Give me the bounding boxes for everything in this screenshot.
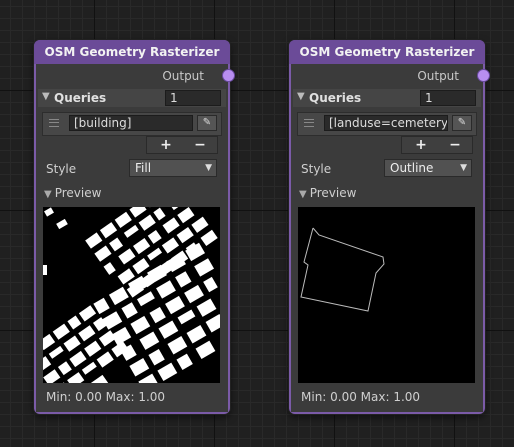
pencil-icon: ✎	[202, 117, 212, 128]
list-add-remove: + −	[146, 136, 218, 154]
style-value: Fill	[135, 161, 152, 175]
output-port-label: Output	[162, 69, 204, 83]
edit-query-button[interactable]: ✎	[197, 115, 217, 131]
add-query-button[interactable]: +	[149, 137, 183, 153]
chevron-down-icon: ▼	[460, 163, 467, 173]
query-list-item: [landuse=cemetery] ✎	[297, 112, 477, 136]
preview-label: Preview	[54, 186, 102, 200]
output-port-label: Output	[417, 69, 459, 83]
query-input[interactable]: [landuse=cemetery]	[324, 115, 448, 131]
output-port[interactable]	[222, 69, 235, 82]
node-body: Output ▼ Queries 1 [landuse=cemetery] ✎ …	[291, 64, 490, 412]
query-input[interactable]: [building]	[69, 115, 193, 131]
queries-foldout[interactable]: ▼ Queries 1	[38, 89, 226, 107]
node-title[interactable]: OSM Geometry Rasterizer	[34, 40, 230, 64]
query-list-item: [building] ✎	[42, 112, 222, 136]
pencil-icon: ✎	[457, 117, 467, 128]
queries-foldout[interactable]: ▼ Queries 1	[293, 89, 481, 107]
drag-handle-icon[interactable]	[304, 119, 314, 127]
preview-minmax: Min: 0.00 Max: 1.00	[46, 390, 166, 404]
foldout-triangle-icon: ▼	[297, 91, 305, 102]
style-value: Outline	[390, 161, 434, 175]
drag-handle-icon[interactable]	[49, 119, 59, 127]
rasterizer-node-1[interactable]: OSM Geometry Rasterizer Output ▼ Queries…	[34, 40, 235, 414]
foldout-triangle-icon: ▼	[299, 189, 307, 200]
foldout-triangle-icon: ▼	[42, 91, 50, 102]
queries-count-field[interactable]: 1	[420, 90, 476, 106]
queries-label: Queries	[309, 91, 362, 105]
add-query-button[interactable]: +	[404, 137, 438, 153]
preview-image	[43, 207, 220, 383]
preview-image	[298, 207, 475, 383]
style-dropdown[interactable]: Outline ▼	[384, 159, 472, 177]
edit-query-button[interactable]: ✎	[452, 115, 472, 131]
queries-label: Queries	[54, 91, 107, 105]
output-port[interactable]	[477, 69, 490, 82]
rasterizer-node-2[interactable]: OSM Geometry Rasterizer Output ▼ Queries…	[289, 40, 490, 414]
remove-query-button[interactable]: −	[183, 137, 217, 153]
remove-query-button[interactable]: −	[438, 137, 472, 153]
queries-count-field[interactable]: 1	[165, 90, 221, 106]
list-add-remove: + −	[401, 136, 473, 154]
preview-foldout[interactable]: ▼ Preview	[44, 186, 228, 200]
building-raster-preview	[43, 207, 220, 383]
node-title[interactable]: OSM Geometry Rasterizer	[289, 40, 485, 64]
style-dropdown[interactable]: Fill ▼	[129, 159, 217, 177]
preview-foldout[interactable]: ▼ Preview	[299, 186, 483, 200]
cemetery-outline-preview	[298, 207, 475, 383]
node-body: Output ▼ Queries 1 [building] ✎ + − Styl…	[36, 64, 235, 412]
foldout-triangle-icon: ▼	[44, 189, 52, 200]
preview-minmax: Min: 0.00 Max: 1.00	[301, 390, 421, 404]
chevron-down-icon: ▼	[205, 163, 212, 173]
preview-label: Preview	[309, 186, 357, 200]
